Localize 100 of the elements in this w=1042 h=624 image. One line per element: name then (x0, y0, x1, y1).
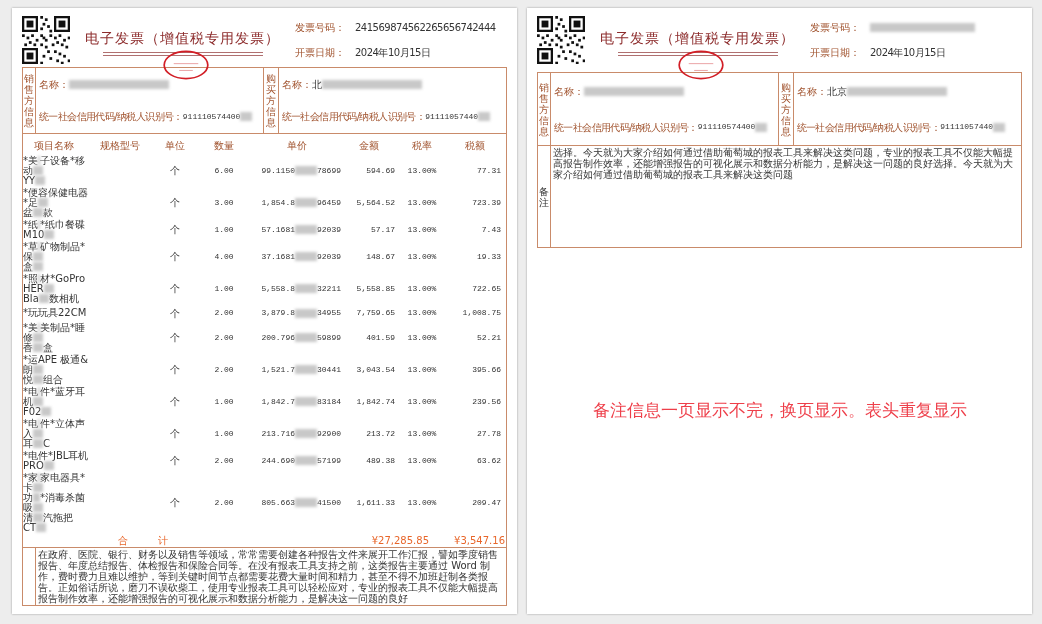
id-value: 911110574400 (697, 121, 756, 133)
item-name-text: M10 (23, 229, 45, 240)
blurred-text-patch (295, 198, 317, 208)
field-label: 开票日期： (295, 46, 346, 60)
column-header: 规格型号 (99, 138, 141, 153)
qr-code-icon (537, 16, 585, 64)
blurred-text-patch (43, 284, 54, 294)
id-label: 统一社会信用代码/纳税人识别号： (39, 110, 183, 125)
table-cell: 1,521.7 (261, 363, 295, 376)
table-cell-text: 13.00% (406, 250, 438, 263)
table-cell: 37.1681 (261, 250, 295, 263)
table-cell-text: 7.43 (480, 223, 502, 236)
blurred-text-patch (295, 225, 317, 235)
column-header: 金额 (358, 138, 380, 153)
total-label: 计 (158, 533, 168, 548)
blurred-text-patch (35, 176, 46, 186)
table-cell-text: 2.00 (213, 331, 235, 344)
item-name-text: 组合 (43, 374, 63, 385)
item-name-text: C (43, 438, 50, 449)
table-cell-text: 1,008.75 (461, 307, 502, 320)
side-label: 购买方信息 (780, 81, 791, 137)
table-cell-text: 个 (169, 250, 181, 265)
table-cell-text: 6.00 (213, 164, 235, 177)
item-name-text: 清 (23, 512, 33, 523)
column-header: 单价 (286, 138, 308, 153)
item-name-text: 件*立体声 (40, 418, 85, 429)
id-value: 91111057440 (425, 110, 479, 123)
column-header: 项目名称 (33, 138, 75, 153)
item-name-text: 吸 (23, 502, 33, 513)
id-label: 统一社会信用代码/纳税人识别号： (796, 120, 941, 135)
side-label: 购买方信息 (265, 72, 276, 128)
table-cell: 41500 (317, 496, 341, 509)
item-name-text: 矿物制品* (40, 241, 85, 252)
blurred-text-patch (44, 230, 55, 240)
table-cell: 96459 (317, 196, 341, 209)
remarks-label: 备注 (539, 185, 549, 208)
table-cell: 32211 (317, 282, 341, 295)
item-name-text: *电 (23, 418, 38, 429)
item-name-text: 修 (23, 332, 33, 343)
table-cell-text: 个 (169, 496, 181, 511)
table-cell-text: 13.00% (406, 395, 438, 408)
table-cell-text: 个 (169, 223, 181, 238)
column-header: 税额 (463, 138, 486, 153)
table-cell-text: 2.00 (213, 363, 235, 376)
table-cell-text: 1.00 (213, 223, 235, 236)
seal-stamp-drawing (160, 50, 212, 80)
table-cell-text: 239.56 (471, 395, 502, 408)
field-label: 发票号码： (810, 21, 861, 35)
table-cell: 3,879.8 (261, 307, 295, 320)
item-name-text: 悦 (23, 374, 33, 385)
item-name-text: 保 (23, 251, 33, 262)
table-cell-text: 722.65 (471, 282, 502, 295)
table-cell-text: 2.00 (213, 454, 235, 467)
table-cell-text: 2.00 (213, 307, 235, 320)
table-cell-text: 个 (169, 164, 181, 179)
column-header: 数量 (213, 138, 235, 153)
item-name-text: 盒 (43, 342, 53, 353)
table-cell: 78699 (317, 164, 341, 177)
table-cell-text: 个 (169, 363, 181, 378)
table-cell: 57.1681 (261, 223, 295, 236)
item-name-text: *草 (23, 241, 38, 252)
table-cell: 92039 (317, 223, 341, 236)
table-cell-text: 个 (169, 427, 181, 442)
item-name-text: 玩具22CM (38, 308, 87, 319)
item-name-text: 动 (23, 165, 33, 176)
table-cell: 92039 (317, 250, 341, 263)
item-name-text: 卡 (23, 482, 33, 493)
item-name-text: 入 (23, 428, 33, 439)
side-label: 销售方信息 (539, 81, 549, 137)
table-cell-text: 3.00 (213, 196, 235, 209)
table-cell-text: 395.66 (471, 363, 502, 376)
item-name-text: YY (23, 175, 36, 186)
table-cell-text: 27.78 (476, 427, 502, 440)
field-label: 发票号码： (295, 21, 346, 35)
table-cell-text: 个 (169, 395, 181, 410)
table-cell: 213.716 (261, 427, 295, 440)
table-cell: 30441 (317, 363, 341, 376)
item-name-text: 耳 (23, 438, 33, 449)
table-cell: 99.1150 (261, 164, 295, 177)
column-header: 税率 (411, 138, 433, 153)
table-cell-text: 13.00% (406, 427, 438, 440)
item-name-text: 机 (23, 396, 33, 407)
item-name-text: 朗 (23, 364, 33, 375)
table-cell-text: 13.00% (406, 223, 438, 236)
table-cell: 1,854.8 (261, 196, 295, 209)
table-cell-text: 5,564.52 (355, 196, 396, 209)
remarks-text: 选择。今天就为大家介绍如何通过借助葡萄城的报表工具来解决这类问题，专业的报表工具不仅能大幅提高报告制作效率，还能增强报告的可视化展示和数据分析能力，是解决这一问题的良好选择。今天就为大家介绍如何通过借助葡萄城的报表工具来解决这类问题 (552, 146, 1014, 182)
side-label: 销售方信息 (24, 72, 34, 128)
table-cell-text: 13.00% (406, 331, 438, 344)
table-cell: 92900 (317, 427, 341, 440)
table-cell: 244.690 (261, 454, 295, 467)
table-cell-text: 13.00% (406, 307, 438, 320)
name-label: 名称： (796, 84, 827, 99)
item-name-text: CT (23, 522, 37, 533)
item-name-text: 容保健电器 (38, 187, 88, 198)
table-cell: 57199 (317, 454, 341, 467)
table-cell-text: 个 (169, 306, 181, 321)
item-name-text: *玩 (23, 308, 38, 319)
table-cell: 83184 (317, 395, 341, 408)
id-label: 统一社会信用代码/纳税人识别号： (554, 120, 698, 135)
